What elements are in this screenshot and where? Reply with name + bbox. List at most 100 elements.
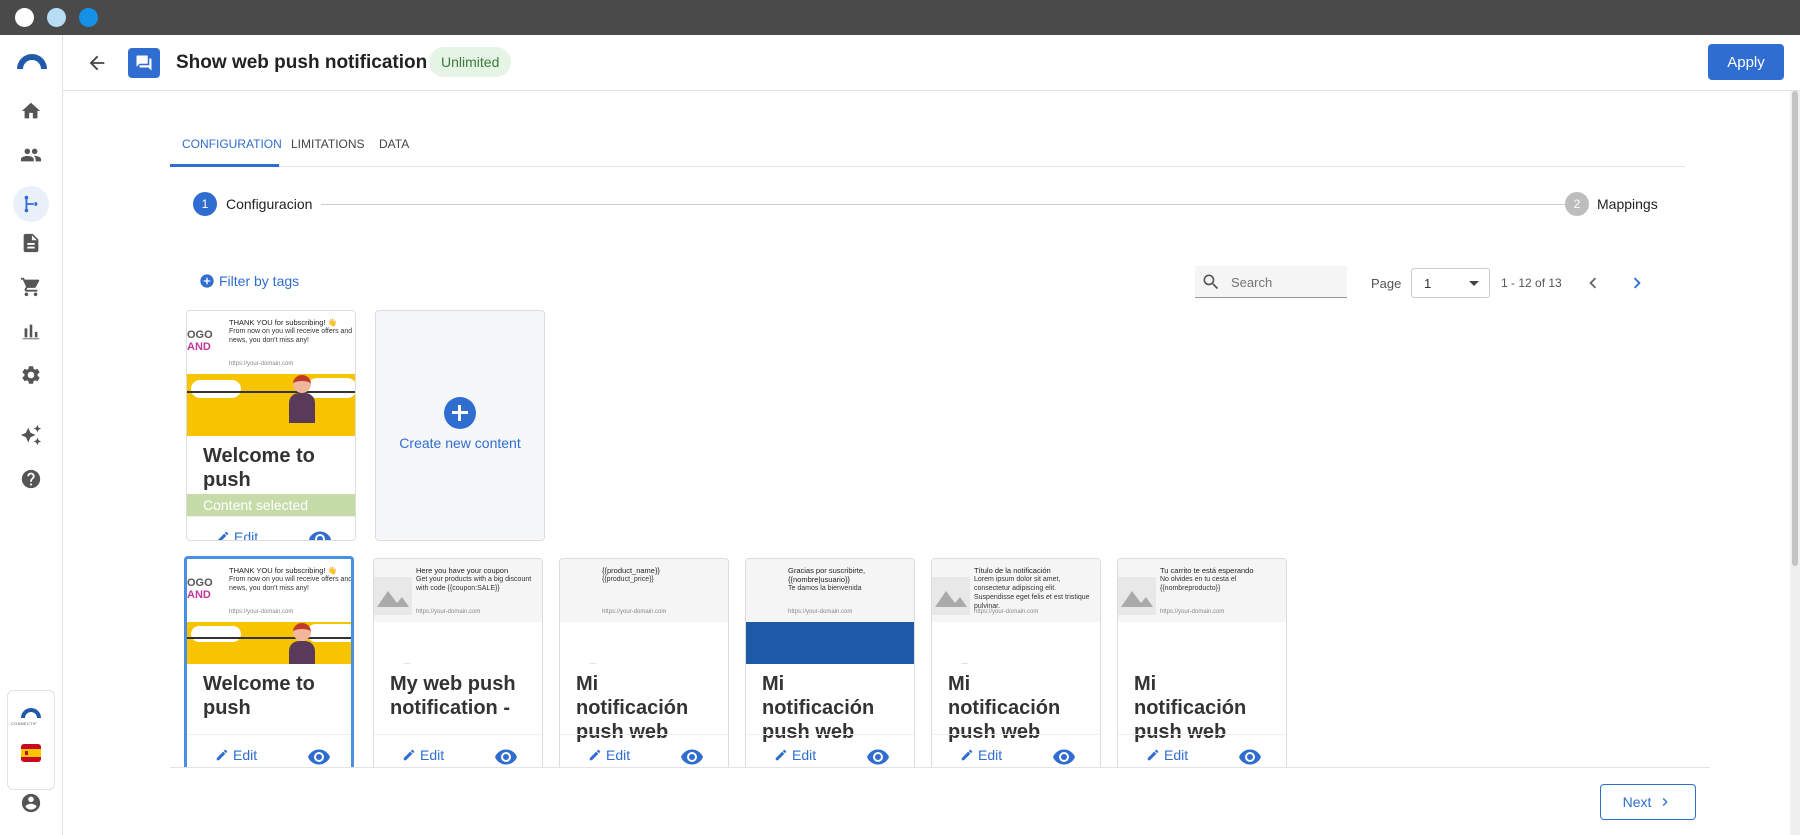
card-title: Mi notificación push web (948, 673, 1061, 743)
edit-button[interactable]: Edit (215, 747, 257, 763)
card-title: Mi notificación push web (576, 673, 689, 743)
card-actions: Edit (187, 516, 355, 540)
filter-label: Filter by tags (219, 273, 300, 289)
arrow-back-icon (89, 55, 105, 71)
thumb-url: https://your-domain.com (229, 361, 294, 367)
home-icon[interactable] (17, 97, 45, 125)
pagination-range: 1 - 12 of 13 (1501, 276, 1562, 290)
page-select[interactable]: 1 (1411, 268, 1490, 298)
help-icon[interactable] (17, 465, 45, 493)
content-card[interactable]: Título de la notificación Lorem ipsum dol… (931, 558, 1101, 767)
chart-icon[interactable] (17, 317, 45, 345)
card-title: Mi notificación push web (1134, 673, 1247, 743)
brand-mini-text: CONNECTIF (11, 721, 38, 726)
gear-icon[interactable] (17, 361, 45, 389)
preview-button[interactable] (308, 527, 332, 540)
apply-button[interactable]: Apply (1708, 44, 1784, 80)
account-box: CONNECTIF (7, 690, 55, 790)
cart-icon[interactable] (17, 273, 45, 301)
page-label: Page (1371, 276, 1402, 291)
content-card[interactable]: Tu carrito te está esperando No olvides e… (1117, 558, 1287, 767)
flow-icon[interactable] (13, 186, 49, 222)
page-select-value: 1 (1424, 276, 1432, 291)
preview-button[interactable] (307, 745, 331, 767)
preview-button[interactable] (1238, 745, 1262, 767)
edit-button[interactable]: Edit (1146, 747, 1188, 763)
image-placeholder-icon (374, 577, 412, 615)
stepper: 1 Configuracion 2 Mappings (193, 192, 1658, 216)
chevron-left-icon (1589, 277, 1597, 289)
window-close-dot[interactable] (15, 8, 34, 27)
pencil-icon (961, 749, 973, 761)
prev-page-button[interactable] (1582, 272, 1604, 294)
card-thumbnail: Tu carrito te está esperando No olvides e… (1118, 559, 1286, 664)
step-2-label: Mappings (1597, 196, 1658, 212)
content-card[interactable]: Here you have your coupon Get your produc… (373, 558, 543, 767)
scrollbar-thumb[interactable] (1792, 91, 1798, 566)
banner-image (187, 622, 351, 664)
person-illustration (293, 375, 311, 393)
tab-configuration[interactable]: CONFIGURATION (182, 137, 282, 151)
edit-button[interactable]: Edit (588, 747, 630, 763)
tab-data[interactable]: DATA (379, 137, 409, 151)
sparkle-icon[interactable] (17, 421, 45, 449)
pencil-icon (1147, 749, 1159, 761)
selected-content-card[interactable]: OGO AND THANK YOU for subscribing! 👋 Fro… (186, 310, 356, 541)
eye-icon (309, 531, 331, 540)
edit-button[interactable]: Edit (216, 529, 258, 540)
preview-button[interactable] (866, 745, 890, 767)
content-selected-bar: Content selected (187, 494, 355, 516)
add-circle-icon (200, 274, 214, 288)
spain-flag-icon[interactable] (21, 743, 41, 763)
eye-icon (1053, 749, 1075, 765)
card-thumbnail: OGO AND THANK YOU for subscribing! 👋 Fro… (187, 559, 351, 664)
filter-by-tags-button[interactable]: Filter by tags (199, 273, 299, 289)
search-box (1195, 266, 1347, 298)
document-icon[interactable] (17, 229, 45, 257)
pencil-icon (589, 749, 601, 761)
footer-divider (170, 767, 1710, 768)
pencil-icon (403, 749, 415, 761)
step-2-number: 2 (1565, 192, 1589, 216)
logo-icon[interactable] (15, 51, 49, 71)
add-circle-icon (444, 397, 476, 429)
banner-image (746, 622, 914, 664)
tab-bar: CONFIGURATION LIMITATIONS DATA (170, 125, 1685, 167)
preview-button[interactable] (1052, 745, 1076, 767)
brand-logo: OGO AND (187, 329, 213, 353)
preview-button[interactable] (494, 745, 518, 767)
window-minimize-dot[interactable] (47, 8, 66, 27)
eye-icon (495, 749, 517, 765)
edit-button[interactable]: Edit (960, 747, 1002, 763)
content-card[interactable]: OGO AND THANK YOU for subscribing! 👋 Fro… (184, 556, 354, 767)
card-thumbnail: OGO AND THANK YOU for subscribing! 👋 Fro… (187, 311, 355, 436)
chat-icon (128, 48, 160, 78)
people-icon[interactable] (17, 141, 45, 169)
search-input[interactable] (1231, 271, 1341, 293)
back-button[interactable] (83, 49, 111, 77)
next-page-button[interactable] (1626, 272, 1648, 294)
card-thumbnail: Título de la notificación Lorem ipsum dol… (932, 559, 1100, 664)
scrollbar[interactable] (1790, 91, 1800, 835)
thumb-text: THANK YOU for subscribing! 👋 From now on… (229, 318, 353, 344)
card-thumbnail: Here you have your coupon Get your produc… (374, 559, 542, 664)
card-title: My web push notification - (390, 673, 516, 719)
tab-limitations[interactable]: LIMITATIONS (291, 137, 365, 151)
content-card[interactable]: Gracias por suscribirte, {{nombre|usuari… (745, 558, 915, 767)
image-placeholder-icon (1118, 577, 1156, 615)
create-new-content-card[interactable]: Create new content (375, 310, 545, 541)
step-1-label: Configuracion (226, 196, 313, 212)
pencil-icon (775, 749, 787, 761)
edit-button[interactable]: Edit (402, 747, 444, 763)
status-badge: Unlimited (429, 47, 512, 77)
next-button[interactable]: Next (1600, 784, 1696, 820)
eye-icon (1239, 749, 1261, 765)
preview-button[interactable] (680, 745, 704, 767)
edit-button[interactable]: Edit (774, 747, 816, 763)
header: Show web push notification Unlimited App… (63, 35, 1800, 91)
page-title: Show web push notification (176, 52, 428, 73)
content-card[interactable]: {{product_name}} {{product_price}} https:… (559, 558, 729, 767)
window-maximize-dot[interactable] (79, 8, 98, 27)
account-icon[interactable] (17, 789, 45, 817)
pencil-icon (217, 531, 229, 540)
